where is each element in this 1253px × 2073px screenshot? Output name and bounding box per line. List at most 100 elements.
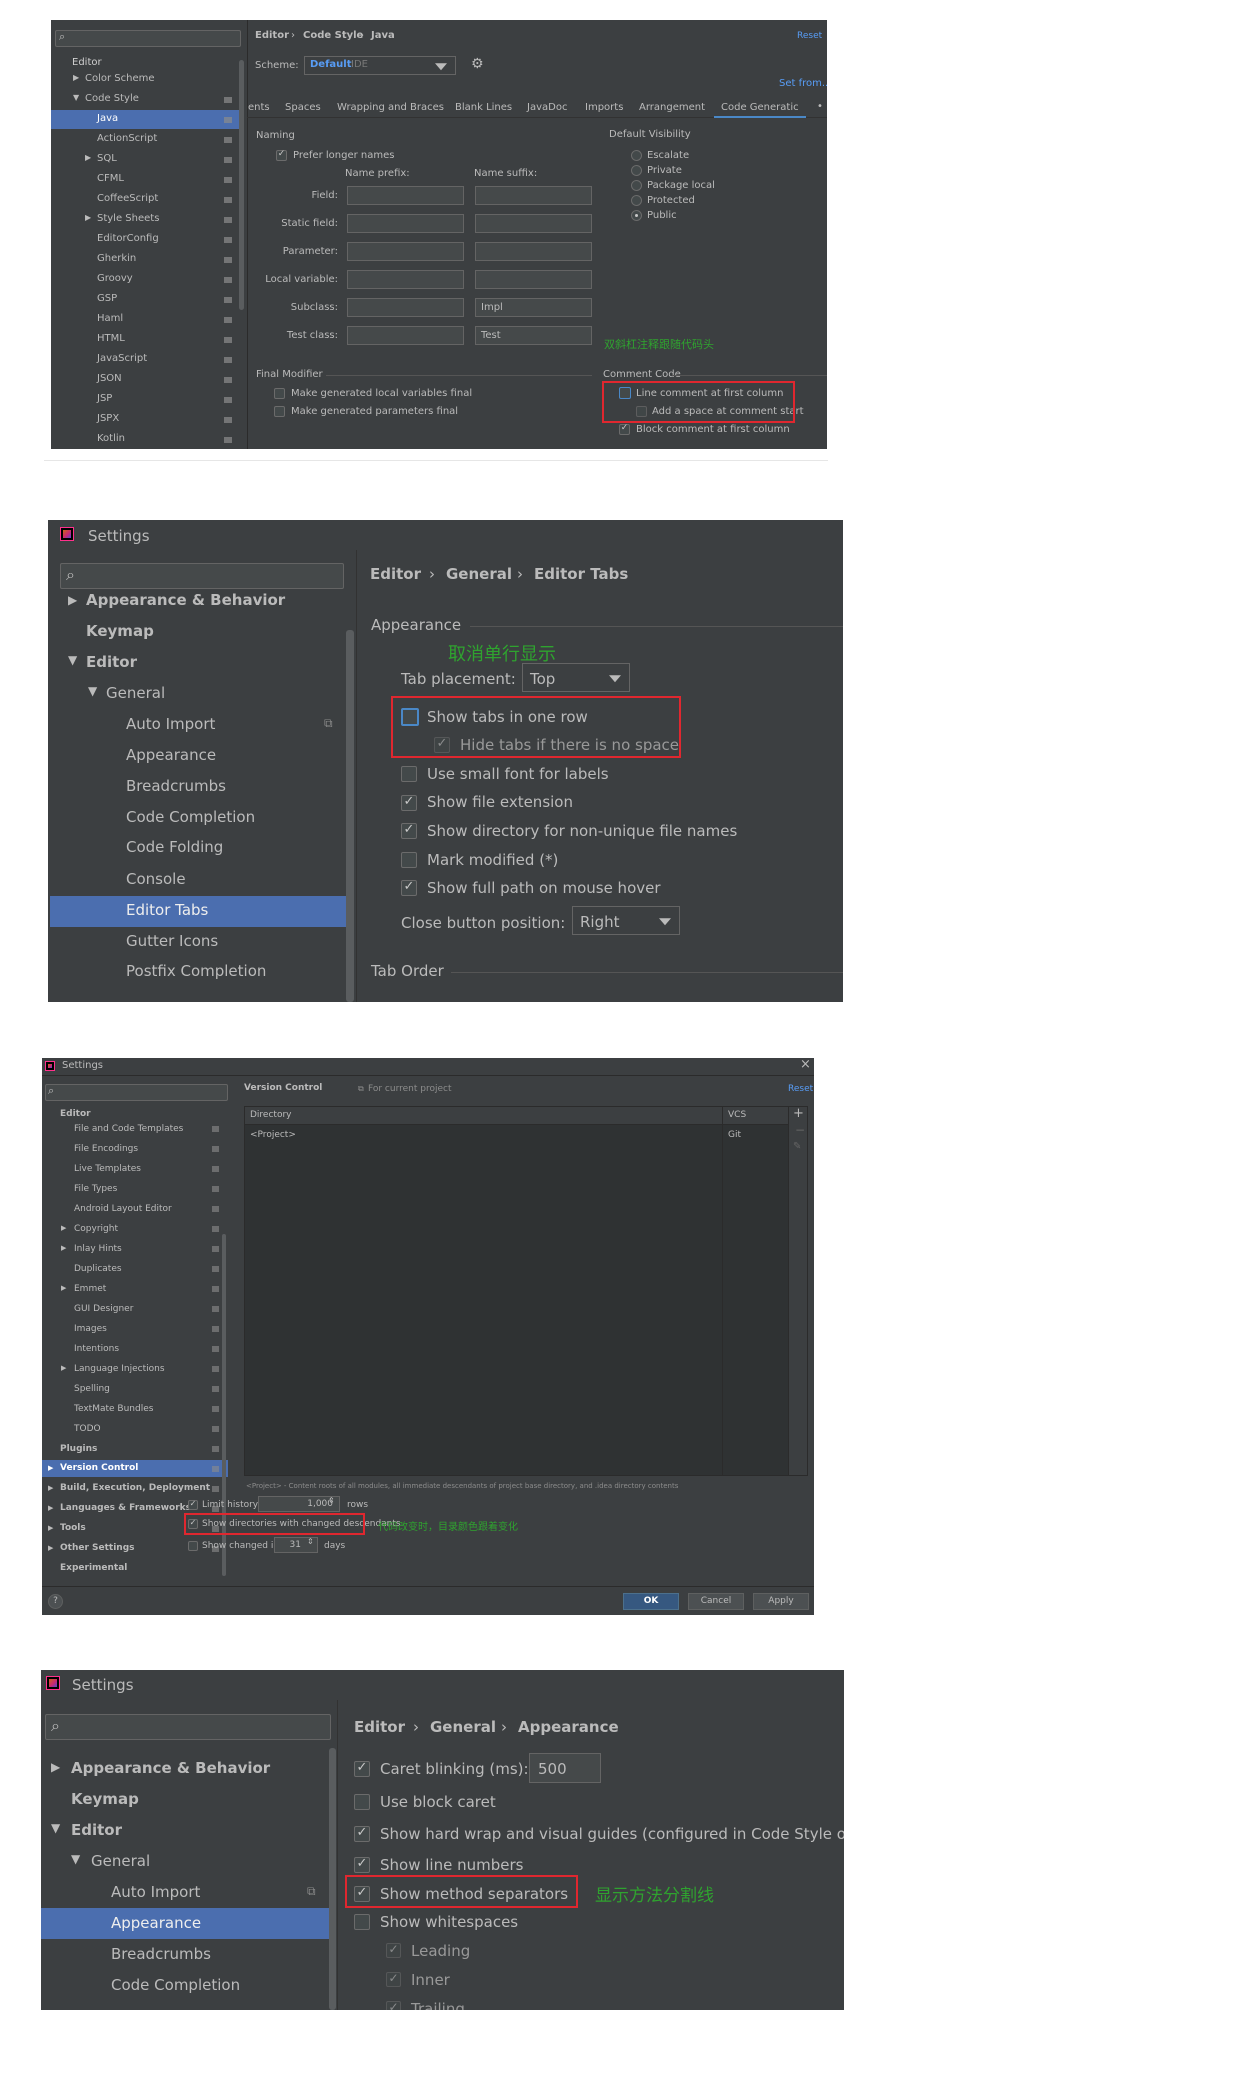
radio-package-local[interactable] xyxy=(631,180,642,191)
sidebar-item-cfml[interactable]: CFML xyxy=(97,173,124,184)
sidebar-item-html[interactable]: HTML xyxy=(97,333,125,344)
table-row-directory[interactable]: <Project> xyxy=(250,1130,296,1140)
sidebar-item-appearance-behavior[interactable]: Appearance & Behavior xyxy=(86,591,285,609)
block-comment-checkbox[interactable] xyxy=(619,423,630,435)
breadcrumb-general[interactable]: General xyxy=(446,565,512,583)
sidebar-item-editorconfig[interactable]: EditorConfig xyxy=(97,233,159,244)
add-icon[interactable]: + xyxy=(793,1106,804,1121)
sidebar-item-duplicates[interactable]: Duplicates xyxy=(74,1264,122,1274)
sidebar-item-style-sheets[interactable]: Style Sheets xyxy=(97,213,159,224)
leading-checkbox[interactable] xyxy=(386,1942,401,1958)
sidebar-item-gui-designer[interactable]: GUI Designer xyxy=(74,1304,133,1314)
sidebar-item-color-scheme[interactable]: Color Scheme xyxy=(85,73,155,84)
sidebar-item-spelling[interactable]: Spelling xyxy=(74,1384,110,1394)
sidebar-item-console[interactable]: Console xyxy=(126,870,186,888)
edit-icon[interactable]: ✎ xyxy=(793,1141,801,1152)
breadcrumb-editor[interactable]: Editor xyxy=(255,30,289,41)
show-extension-checkbox[interactable] xyxy=(401,794,417,811)
sidebar-item-experimental[interactable]: Experimental xyxy=(60,1563,127,1573)
sidebar-item-appearance[interactable]: Appearance xyxy=(111,1914,201,1932)
line-numbers-checkbox[interactable] xyxy=(354,1856,370,1873)
sidebar-item-code-completion[interactable]: Code Completion xyxy=(111,1976,240,1994)
scheme-combo[interactable]: Default IDE xyxy=(304,56,456,75)
sidebar-item-textmate[interactable]: TextMate Bundles xyxy=(74,1404,153,1414)
expand-icon[interactable]: ▶ xyxy=(61,1284,66,1292)
tab-indents[interactable]: ents xyxy=(248,102,270,113)
tab-wrapping[interactable]: Wrapping and Braces xyxy=(337,102,444,113)
sidebar-item-code-completion[interactable]: Code Completion xyxy=(126,808,255,826)
expand-icon[interactable]: ▶ xyxy=(48,1464,53,1472)
spinner-icon[interactable]: ⇕ xyxy=(328,1496,335,1505)
tab-placement-combo[interactable]: Top xyxy=(522,663,630,692)
sidebar-item-jsp[interactable]: JSP xyxy=(97,393,112,404)
subclass-prefix-input[interactable] xyxy=(347,298,464,317)
sidebar-item-build[interactable]: Build, Execution, Deployment xyxy=(60,1483,210,1493)
local-variable-prefix-input[interactable] xyxy=(347,270,464,289)
table-row-vcs[interactable]: Git xyxy=(728,1130,741,1140)
mark-modified-checkbox[interactable] xyxy=(401,852,417,868)
hard-wrap-checkbox[interactable] xyxy=(354,1825,370,1842)
sidebar-scrollbar[interactable] xyxy=(346,630,354,1002)
expand-icon[interactable]: ▶ xyxy=(51,1760,60,1774)
breadcrumb-editor-tabs[interactable]: Editor Tabs xyxy=(534,565,628,583)
spinner-icon[interactable]: ⇕ xyxy=(307,1537,314,1546)
breadcrumb-general[interactable]: General xyxy=(430,1718,496,1736)
sidebar-item-code-folding[interactable]: Code Folding xyxy=(126,838,223,856)
expand-icon[interactable]: ▶ xyxy=(61,1244,66,1252)
sidebar-item-editor-tabs[interactable]: Editor Tabs xyxy=(126,901,208,919)
expand-icon[interactable]: ▶ xyxy=(48,1544,53,1552)
collapse-icon[interactable]: ▼ xyxy=(68,653,77,667)
sidebar-item-auto-import[interactable]: Auto Import xyxy=(126,715,215,733)
sidebar-item-keymap[interactable]: Keymap xyxy=(71,1790,139,1808)
remove-icon[interactable]: − xyxy=(795,1123,805,1137)
sidebar-item-editor[interactable]: Editor xyxy=(60,1109,91,1119)
sidebar-item-java[interactable]: Java xyxy=(97,113,118,124)
gear-icon[interactable]: ⚙ xyxy=(471,56,484,72)
sidebar-item-general[interactable]: General xyxy=(91,1852,150,1870)
tab-code-generation[interactable]: Code Generatic xyxy=(721,102,799,113)
close-button-combo[interactable]: Right xyxy=(572,906,680,935)
caret-blinking-input[interactable]: 500 xyxy=(529,1753,601,1783)
reset-link[interactable]: Reset xyxy=(797,31,822,41)
small-font-checkbox[interactable] xyxy=(401,766,417,782)
sidebar-item-json[interactable]: JSON xyxy=(97,373,122,384)
expand-icon[interactable]: ▶ xyxy=(73,73,79,82)
test-class-prefix-input[interactable] xyxy=(347,326,464,345)
sidebar-item-appearance[interactable]: Appearance xyxy=(126,746,216,764)
subclass-suffix-input[interactable]: Impl xyxy=(475,298,592,317)
breadcrumb-editor[interactable]: Editor xyxy=(354,1718,405,1736)
sidebar-item-file-templates[interactable]: File and Code Templates xyxy=(74,1124,183,1134)
sidebar-item-emmet[interactable]: Emmet xyxy=(74,1284,106,1294)
caret-blinking-checkbox[interactable] xyxy=(354,1760,370,1777)
sidebar-item-gsp[interactable]: GSP xyxy=(97,293,117,304)
radio-escalate[interactable] xyxy=(631,150,642,161)
radio-private[interactable] xyxy=(631,165,642,176)
tab-spaces[interactable]: Spaces xyxy=(285,102,321,113)
breadcrumb-appearance[interactable]: Appearance xyxy=(518,1718,619,1736)
sidebar-item-inlay-hints[interactable]: Inlay Hints xyxy=(74,1244,122,1254)
sidebar-item-jspx[interactable]: JSPX xyxy=(97,413,119,424)
sidebar-item-actionscript[interactable]: ActionScript xyxy=(97,133,157,144)
column-directory[interactable]: Directory xyxy=(250,1110,291,1120)
breadcrumb-editor[interactable]: Editor xyxy=(370,565,421,583)
breadcrumb-code-style[interactable]: Code Style xyxy=(303,30,363,41)
full-path-checkbox[interactable] xyxy=(401,879,417,896)
expand-icon[interactable]: ▶ xyxy=(61,1364,66,1372)
sidebar-item-file-encodings[interactable]: File Encodings xyxy=(74,1144,138,1154)
parameter-suffix-input[interactable] xyxy=(475,242,592,261)
sidebar-item-file-types[interactable]: File Types xyxy=(74,1184,117,1194)
sidebar-item-copyright[interactable]: Copyright xyxy=(74,1224,118,1234)
sidebar-item-tools[interactable]: Tools xyxy=(60,1523,86,1533)
inner-checkbox[interactable] xyxy=(386,1971,401,1987)
prefer-longer-checkbox[interactable] xyxy=(276,149,287,161)
breadcrumb-java[interactable]: Java xyxy=(371,30,395,41)
expand-icon[interactable]: ▶ xyxy=(48,1484,53,1492)
sidebar-item-editor[interactable]: Editor xyxy=(71,1821,122,1839)
expand-icon[interactable]: ▶ xyxy=(61,1224,66,1232)
radio-protected[interactable] xyxy=(631,195,642,206)
column-vcs[interactable]: VCS xyxy=(728,1110,746,1120)
block-caret-checkbox[interactable] xyxy=(354,1794,370,1810)
expand-icon[interactable]: ▶ xyxy=(48,1504,53,1512)
sidebar-item-languages[interactable]: Languages & Frameworks xyxy=(60,1503,191,1513)
expand-icon[interactable]: ▶ xyxy=(48,1524,53,1532)
